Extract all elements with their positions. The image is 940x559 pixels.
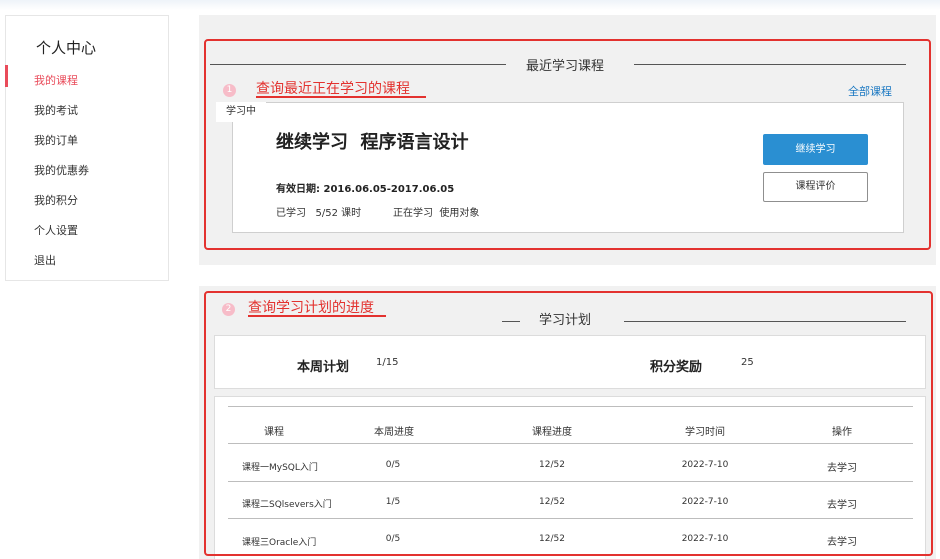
sidebar-item-settings[interactable]: 个人设置 xyxy=(34,222,78,238)
sidebar-item-my-exams[interactable]: 我的考试 xyxy=(34,102,78,118)
top-border xyxy=(0,0,940,10)
sidebar-item-my-points[interactable]: 我的积分 xyxy=(34,192,78,208)
sidebar-item-my-coupons[interactable]: 我的优惠券 xyxy=(34,162,89,178)
sidebar-item-my-orders[interactable]: 我的订单 xyxy=(34,132,78,148)
sidebar-item-my-courses[interactable]: 我的课程 xyxy=(34,72,78,88)
sidebar-title: 个人中心 xyxy=(36,39,97,57)
sidebar: 个人中心 我的课程 我的考试 我的订单 我的优惠券 我的积分 个人设置 退出 xyxy=(5,15,169,281)
sidebar-item-logout[interactable]: 退出 xyxy=(34,252,56,268)
highlight-box-recent xyxy=(204,39,931,250)
highlight-box-plan xyxy=(204,291,933,556)
sidebar-active-indicator xyxy=(5,65,8,87)
